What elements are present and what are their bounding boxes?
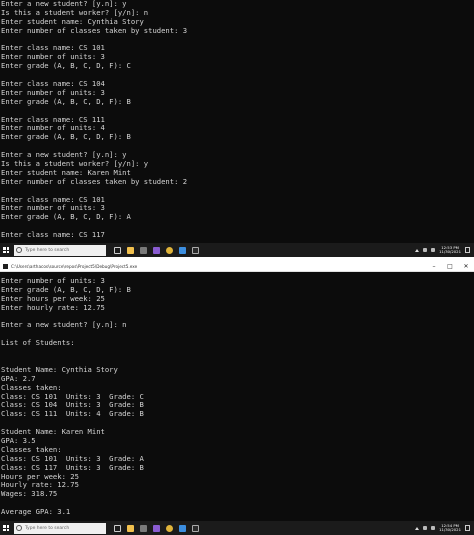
console-output-top[interactable]: Enter a new student? [y.n]: y Is this a s…	[0, 0, 474, 243]
console-line: Student Name: Cynthia Story	[1, 364, 118, 374]
console-line: Enter number of classes taken by student…	[1, 176, 188, 186]
system-tray: 12:54 PM 11/30/2021	[415, 523, 474, 532]
taskbar-top: Type here to search 12:53 PM 11/30/2021	[0, 243, 474, 257]
search-icon	[16, 247, 22, 253]
taskbar-search-input[interactable]: Type here to search	[14, 522, 106, 534]
console-line: Enter grade (A, B, C, D, F): B	[1, 132, 131, 142]
volume-icon[interactable]	[431, 526, 436, 530]
console-line: Student Name: Karen Mint	[1, 427, 105, 437]
start-button[interactable]	[0, 243, 12, 257]
taskbar-search-input[interactable]: Type here to search	[14, 244, 106, 256]
close-button[interactable]: ✕	[458, 261, 474, 272]
network-icon[interactable]	[423, 526, 428, 530]
console-line: Enter grade (A, B, C, D, F): B	[1, 96, 131, 106]
clock-date: 11/30/2021	[439, 249, 461, 254]
chrome-icon[interactable]	[166, 524, 173, 532]
volume-icon[interactable]	[431, 248, 436, 252]
taskbar-clock[interactable]: 12:54 PM 11/30/2021	[439, 523, 461, 532]
console-window-titlebar[interactable]: C:\Users\arthacos\source\repos\Project5\…	[0, 261, 474, 272]
console-app-icon[interactable]	[192, 246, 199, 254]
clock-date: 11/30/2021	[439, 527, 461, 532]
notification-icon[interactable]	[465, 525, 470, 531]
visual-studio-icon[interactable]	[153, 246, 160, 254]
console-app-icon[interactable]	[192, 524, 199, 532]
maximize-button[interactable]: □	[442, 261, 458, 272]
folder-icon[interactable]	[140, 246, 147, 254]
console-line: Enter a new student? [y.n]: n	[1, 320, 127, 330]
console-output-bottom[interactable]: Enter number of units: 3 Enter grade (A, …	[0, 272, 474, 521]
console-line: Average GPA: 3.1	[1, 507, 71, 517]
system-tray: 12:53 PM 11/30/2021	[415, 245, 474, 254]
console-line: Hourly rate: 12.75	[1, 480, 79, 490]
windows-logo-icon	[3, 247, 9, 253]
task-view-icon[interactable]	[114, 246, 121, 254]
app-icon[interactable]	[179, 524, 186, 532]
task-view-icon[interactable]	[114, 524, 121, 532]
search-icon	[16, 525, 22, 531]
file-explorer-icon[interactable]	[127, 524, 134, 532]
windows-logo-icon	[3, 525, 9, 531]
console-line: List of Students:	[1, 338, 75, 348]
search-placeholder: Type here to search	[25, 247, 70, 253]
app-icon[interactable]	[179, 246, 186, 254]
notification-icon[interactable]	[465, 247, 470, 253]
console-line: Enter hourly rate: 12.75	[1, 302, 105, 312]
chevron-up-icon[interactable]	[415, 526, 420, 530]
minimize-button[interactable]: –	[426, 261, 442, 272]
console-line: Wages: 318.75	[1, 489, 58, 499]
console-line: Enter class name: CS 117	[1, 230, 105, 240]
start-button[interactable]	[0, 521, 12, 535]
folder-icon[interactable]	[140, 524, 147, 532]
console-window-icon	[3, 263, 8, 269]
chevron-up-icon[interactable]	[415, 248, 420, 252]
chrome-icon[interactable]	[166, 246, 173, 254]
console-line: GPA: 2.7	[1, 373, 36, 383]
taskbar-clock[interactable]: 12:53 PM 11/30/2021	[439, 245, 461, 254]
window-title: C:\Users\arthacos\source\repos\Project5\…	[11, 263, 138, 269]
network-icon[interactable]	[423, 248, 428, 252]
search-placeholder: Type here to search	[25, 525, 70, 531]
console-line: Enter grade (A, B, C, D, F): C	[1, 61, 131, 71]
console-line: Enter number of classes taken by student…	[1, 25, 188, 35]
taskbar-bottom: Type here to search 12:54 PM 11/30/2021	[0, 521, 474, 535]
console-line: Enter grade (A, B, C, D, F): A	[1, 212, 131, 222]
console-line: GPA: 3.5	[1, 436, 36, 446]
file-explorer-icon[interactable]	[127, 246, 134, 254]
console-line: Class: CS 111 Units: 4 Grade: B	[1, 409, 144, 419]
visual-studio-icon[interactable]	[153, 524, 160, 532]
